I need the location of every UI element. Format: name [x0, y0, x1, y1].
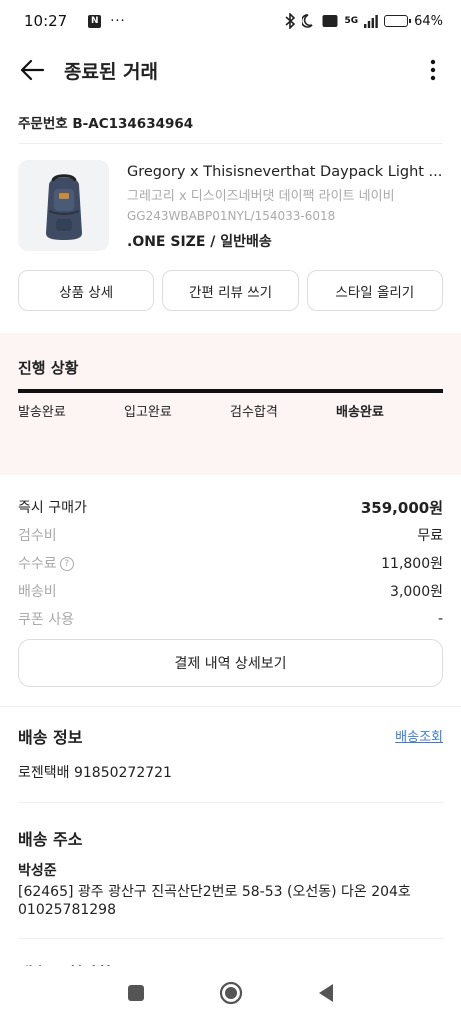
track-shipment-link[interactable]: 배송조회 [395, 726, 443, 745]
nav-back-button[interactable] [317, 983, 335, 1007]
battery-percent: 64% [414, 13, 443, 29]
price-row: 수수료? 11,800원 [18, 549, 443, 577]
divider [18, 802, 443, 803]
payment-detail-button[interactable]: 결제 내역 상세보기 [18, 639, 443, 687]
recipient-address: [62465] 광주 광산구 진곡산단2번로 58-53 (오선동) 다온 20… [18, 884, 411, 900]
shipping-address-title: 배송 주소 [18, 830, 83, 849]
shipping-info-title: 배송 정보 [18, 728, 83, 747]
progress-label: 진행 상황 [18, 359, 79, 377]
price-row: 즉시 구매가 359,000원 [18, 493, 443, 521]
progress-bar [18, 389, 443, 393]
progress-section: 진행 상황 발송완료 입고완료 검수합격 배송완료 [0, 333, 461, 475]
more-options-button[interactable] [419, 56, 447, 84]
price-row: 검수비 무료 [18, 521, 443, 549]
backpack-icon [45, 173, 82, 240]
square-icon [127, 985, 144, 1001]
price-label: 쿠폰 사용 [18, 612, 74, 628]
price-value: - [437, 611, 443, 627]
price-value: 무료 [417, 528, 443, 544]
progress-step-current: 배송완료 [336, 405, 384, 420]
progress-steps: 발송완료 입고완료 검수합격 배송완료 [18, 401, 443, 420]
app-bar: 종료된 거래 [0, 42, 461, 98]
triangle-back-icon [318, 984, 333, 1002]
product-thumbnail [18, 160, 109, 251]
page-title: 종료된 거래 [64, 60, 159, 83]
more-vertical-icon [430, 59, 436, 81]
carrier-tracking-number: 로젠택배 91850272721 [18, 765, 172, 781]
status-bar: 10:27 N ··· 5G 64% [0, 0, 461, 42]
price-label: 수수료 [18, 556, 57, 572]
bluetooth-icon [285, 13, 296, 29]
recipient-phone: 01025781298 [18, 902, 116, 918]
divider [18, 938, 443, 939]
price-breakdown: 즉시 구매가 359,000원 검수비 무료 수수료? 11,800원 배송비 … [18, 493, 443, 633]
progress-step: 입고완료 [124, 405, 172, 420]
price-label: 배송비 [18, 584, 57, 600]
price-value: 11,800원 [381, 556, 443, 572]
product-code: GG243WBABP01NYL/154033-6018 [127, 209, 336, 223]
network-label: 5G [344, 16, 359, 26]
product-name: Gregory x Thisisneverthat Daypack Light … [127, 164, 443, 180]
volte-icon [322, 15, 338, 27]
back-button[interactable] [18, 56, 46, 84]
signal-icon [364, 14, 378, 28]
progress-step: 검수합격 [230, 405, 278, 420]
circle-icon [219, 981, 242, 1005]
recents-button[interactable] [127, 984, 145, 1006]
arrow-left-icon [20, 59, 45, 81]
price-row: 쿠폰 사용 - [18, 605, 443, 633]
price-label-wrap: 수수료? [18, 553, 74, 573]
post-style-button[interactable]: 스타일 올리기 [306, 270, 443, 311]
quick-review-button[interactable]: 간편 리뷰 쓰기 [162, 270, 299, 311]
more-notifications-icon: ··· [110, 13, 126, 29]
price-value: 3,000원 [390, 584, 443, 600]
product-name-korean: 그레고리 x 디스이즈네버댓 데이팩 라이트 네이비 [127, 189, 395, 204]
home-button[interactable] [219, 981, 243, 1009]
price-value: 359,000원 [360, 498, 443, 517]
system-nav-bar [0, 966, 461, 1024]
price-row: 배송비 3,000원 [18, 577, 443, 605]
section-divider [0, 706, 461, 707]
recipient-name: 박성준 [18, 863, 57, 879]
price-label: 검수비 [18, 528, 57, 544]
order-number: 주문번호 B-AC134634964 [18, 116, 194, 132]
progress-step: 발송완료 [18, 405, 66, 420]
question-circle-icon[interactable]: ? [59, 557, 74, 571]
product-actions: 상품 상세 간편 리뷰 쓰기 스타일 올리기 [18, 270, 443, 311]
moon-icon [302, 14, 314, 28]
product-detail-button[interactable]: 상품 상세 [18, 270, 155, 311]
product-summary[interactable]: Gregory x Thisisneverthat Daypack Light … [18, 160, 443, 252]
battery-icon [384, 15, 412, 27]
product-option: .ONE SIZE / 일반배송 [127, 234, 272, 250]
notification-badge-icon: N [88, 14, 102, 28]
price-label: 즉시 구매가 [18, 500, 87, 516]
divider [18, 143, 443, 144]
status-time: 10:27 [24, 12, 68, 30]
